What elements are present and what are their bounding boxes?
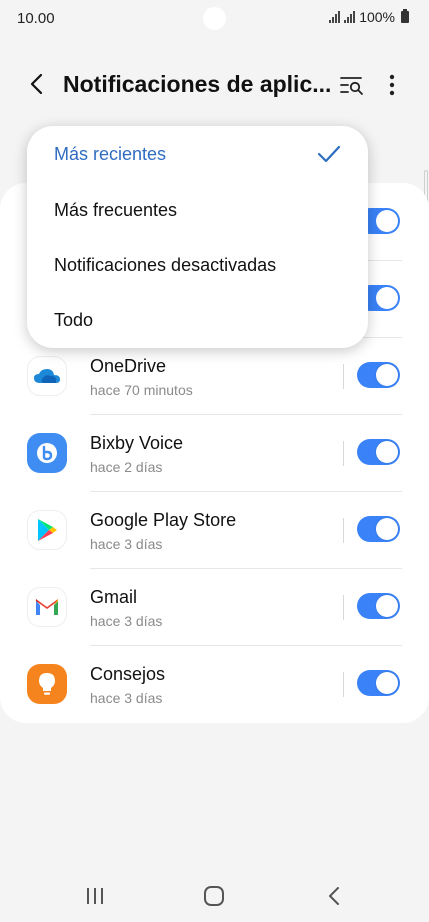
separator	[343, 672, 344, 697]
app-row-onedrive[interactable]: OneDrive hace 70 minutos	[0, 337, 429, 414]
app-last-notification: hace 70 minutos	[90, 382, 193, 398]
row-divider	[90, 414, 402, 415]
row-divider	[90, 491, 402, 492]
separator	[343, 518, 344, 543]
battery-icon	[401, 9, 409, 23]
sort-dropdown-menu: Más recientes Más frecuentes Notificacio…	[27, 126, 368, 348]
google-play-icon	[27, 510, 67, 550]
app-row-consejos[interactable]: Consejos hace 3 días	[0, 645, 429, 722]
battery-percentage: 100%	[359, 9, 395, 25]
app-last-notification: hace 3 días	[90, 536, 163, 552]
app-last-notification: hace 2 días	[90, 459, 163, 475]
menu-item-label: Más frecuentes	[54, 200, 178, 220]
status-bar: 10.00 100%	[0, 0, 429, 36]
menu-item-notifications-off[interactable]: Notificaciones desactivadas	[27, 237, 368, 292]
back-icon[interactable]	[322, 884, 348, 908]
app-name: Bixby Voice	[90, 433, 184, 453]
app-bar: Notificaciones de aplic...	[0, 60, 429, 110]
onedrive-icon	[27, 356, 67, 396]
menu-item-all[interactable]: Todo	[27, 292, 368, 347]
toggle-switch[interactable]	[357, 516, 400, 542]
signal-icon	[329, 11, 341, 23]
sort-filter-icon[interactable]	[338, 71, 366, 99]
back-arrow-icon[interactable]	[24, 70, 52, 98]
navigation-bar	[0, 870, 429, 922]
menu-item-most-frequent[interactable]: Más frecuentes	[27, 182, 368, 237]
menu-item-label: Más recientes	[54, 144, 167, 164]
recent-apps-icon[interactable]	[82, 884, 108, 908]
status-icons: 100%	[329, 9, 409, 25]
separator	[343, 595, 344, 620]
app-row-google-play-store[interactable]: Google Play Store hace 3 días	[0, 491, 429, 568]
row-divider	[90, 645, 402, 646]
home-icon[interactable]	[201, 884, 227, 908]
signal-icon	[344, 11, 356, 23]
checkmark-icon	[317, 145, 341, 163]
status-time: 10.00	[17, 10, 55, 27]
gmail-icon	[27, 587, 67, 627]
bixby-voice-icon	[27, 433, 67, 473]
app-name: Google Play Store	[90, 510, 237, 530]
separator	[343, 364, 344, 389]
page-title: Notificaciones de aplic...	[63, 71, 332, 97]
app-row-gmail[interactable]: Gmail hace 3 días	[0, 568, 429, 645]
app-name: Consejos	[90, 664, 166, 684]
toggle-switch[interactable]	[357, 362, 400, 388]
camera-cutout	[203, 7, 226, 30]
separator	[343, 441, 344, 466]
app-last-notification: hace 3 días	[90, 690, 163, 706]
tips-bulb-icon	[27, 664, 67, 704]
row-divider	[90, 568, 402, 569]
toggle-switch[interactable]	[357, 593, 400, 619]
toggle-switch[interactable]	[357, 439, 400, 465]
app-name: Gmail	[90, 587, 138, 607]
menu-item-label: Todo	[54, 310, 94, 330]
more-options-icon[interactable]	[382, 71, 402, 99]
app-row-bixby-voice[interactable]: Bixby Voice hace 2 días	[0, 414, 429, 491]
app-last-notification: hace 3 días	[90, 613, 163, 629]
app-name: OneDrive	[90, 356, 167, 376]
toggle-switch[interactable]	[357, 670, 400, 696]
menu-item-label: Notificaciones desactivadas	[54, 255, 277, 275]
menu-item-most-recent[interactable]: Más recientes	[27, 126, 368, 181]
